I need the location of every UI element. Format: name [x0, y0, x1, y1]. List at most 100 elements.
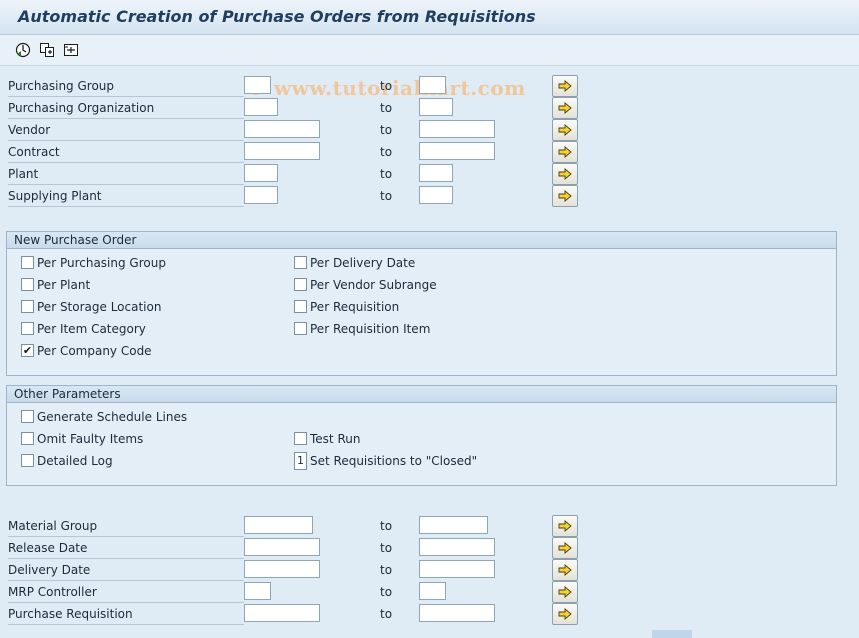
sap-logo: [652, 630, 692, 638]
delivery-date-to-input[interactable]: [419, 560, 495, 578]
checkbox-label: Per Delivery Date: [310, 256, 416, 270]
to-label: to: [380, 123, 393, 137]
material-group-to-input[interactable]: [419, 516, 488, 534]
title-bar: Automatic Creation of Purchase Orders fr…: [0, 0, 859, 35]
execute-icon[interactable]: [14, 41, 32, 59]
checkbox[interactable]: ✔: [21, 344, 34, 357]
checkbox-label: Detailed Log: [37, 454, 113, 468]
multiple-selection-button[interactable]: [552, 185, 578, 207]
row-plant: Plant to: [0, 163, 859, 186]
field-label: Delivery Date: [8, 560, 244, 581]
multiple-selection-button[interactable]: [552, 515, 578, 537]
arrow-right-icon: [558, 564, 572, 576]
checkbox[interactable]: [21, 432, 34, 445]
to-label: to: [380, 541, 393, 555]
row-release-date: Release Date to: [0, 537, 859, 560]
group-heading: New Purchase Order: [7, 232, 836, 249]
arrow-right-icon: [558, 80, 572, 92]
delivery-date-from-input[interactable]: [244, 560, 320, 578]
new-purchase-order-group: New Purchase Order Per Purchasing Group …: [6, 231, 837, 376]
field-label: Material Group: [8, 516, 244, 537]
material-group-from-input[interactable]: [244, 516, 313, 534]
row-delivery-date: Delivery Date to: [0, 559, 859, 582]
checkbox[interactable]: [21, 454, 34, 467]
field-label: Purchase Requisition: [8, 604, 244, 625]
plant-to-input[interactable]: [419, 164, 453, 182]
checkbox[interactable]: [294, 278, 307, 291]
arrow-right-icon: [558, 124, 572, 136]
purchasing-organization-to-input[interactable]: [419, 98, 453, 116]
to-label: to: [380, 145, 393, 159]
multiple-selection-button[interactable]: [552, 163, 578, 185]
checkbox-label: Per Requisition Item: [310, 322, 431, 336]
row-vendor: Vendor to: [0, 119, 859, 142]
to-label: to: [380, 519, 393, 533]
checkbox[interactable]: [21, 278, 34, 291]
checkbox[interactable]: [21, 410, 34, 423]
multiple-selection-button[interactable]: [552, 141, 578, 163]
multiple-selection-button[interactable]: [552, 581, 578, 603]
purchasing-organization-from-input[interactable]: [244, 98, 278, 116]
checkbox-label: Per Company Code: [37, 344, 152, 358]
vendor-from-input[interactable]: [244, 120, 320, 138]
checkbox[interactable]: [21, 300, 34, 313]
arrow-right-icon: [558, 190, 572, 202]
group-heading: Other Parameters: [7, 386, 836, 403]
field-label: MRP Controller: [8, 582, 244, 603]
contract-to-input[interactable]: [419, 142, 495, 160]
purchasing-group-from-input[interactable]: [244, 76, 271, 94]
field-label: Release Date: [8, 538, 244, 559]
supplying-plant-to-input[interactable]: [419, 186, 453, 204]
set-closed-input[interactable]: 1: [294, 452, 307, 470]
checkbox[interactable]: [294, 432, 307, 445]
checkbox-label: Per Item Category: [37, 322, 146, 336]
row-purchasing-group: Purchasing Group to: [0, 75, 859, 98]
vendor-to-input[interactable]: [419, 120, 495, 138]
row-purchasing-organization: Purchasing Organization to: [0, 97, 859, 120]
release-date-to-input[interactable]: [419, 538, 495, 556]
mrp-controller-from-input[interactable]: [244, 582, 271, 600]
purchase-requisition-to-input[interactable]: [419, 604, 495, 622]
checkbox-label: Per Purchasing Group: [37, 256, 166, 270]
to-label: to: [380, 585, 393, 599]
to-label: to: [380, 167, 393, 181]
contract-from-input[interactable]: [244, 142, 320, 160]
checkbox[interactable]: [294, 300, 307, 313]
set-closed-label: Set Requisitions to "Closed": [310, 454, 478, 468]
purchase-requisition-from-input[interactable]: [244, 604, 320, 622]
checkbox[interactable]: [294, 256, 307, 269]
field-label: Plant: [8, 164, 244, 185]
multiple-selection-button[interactable]: [552, 75, 578, 97]
row-material-group: Material Group to: [0, 515, 859, 538]
checkbox-label: Test Run: [310, 432, 361, 446]
row-mrp-controller: MRP Controller to: [0, 581, 859, 604]
arrow-right-icon: [558, 520, 572, 532]
multiple-selection-button[interactable]: [552, 119, 578, 141]
row-purchase-requisition: Purchase Requisition to: [0, 603, 859, 626]
supplying-plant-from-input[interactable]: [244, 186, 278, 204]
field-label: Vendor: [8, 120, 244, 141]
release-date-from-input[interactable]: [244, 538, 320, 556]
multiple-selection-button[interactable]: [552, 559, 578, 581]
purchasing-group-to-input[interactable]: [419, 76, 446, 94]
copy-variant-icon[interactable]: [38, 41, 56, 59]
checkbox-label: Generate Schedule Lines: [37, 410, 188, 424]
application-toolbar: © www.tutorialkart.com: [0, 35, 859, 100]
multiple-selection-button[interactable]: [552, 603, 578, 625]
arrow-right-icon: [558, 608, 572, 620]
multiple-selection-button[interactable]: [552, 537, 578, 559]
to-label: to: [380, 79, 393, 93]
arrow-right-icon: [558, 102, 572, 114]
selection-screen: Purchasing Group to Purchasing Organizat…: [0, 66, 859, 636]
checkbox-label: Per Plant: [37, 278, 91, 292]
checkbox[interactable]: [21, 256, 34, 269]
checkbox[interactable]: [294, 322, 307, 335]
selection-options-icon[interactable]: [62, 41, 80, 59]
plant-from-input[interactable]: [244, 164, 278, 182]
to-label: to: [380, 607, 393, 621]
checkbox[interactable]: [21, 322, 34, 335]
multiple-selection-button[interactable]: [552, 97, 578, 119]
to-label: to: [380, 563, 393, 577]
mrp-controller-to-input[interactable]: [419, 582, 446, 600]
arrow-right-icon: [558, 146, 572, 158]
